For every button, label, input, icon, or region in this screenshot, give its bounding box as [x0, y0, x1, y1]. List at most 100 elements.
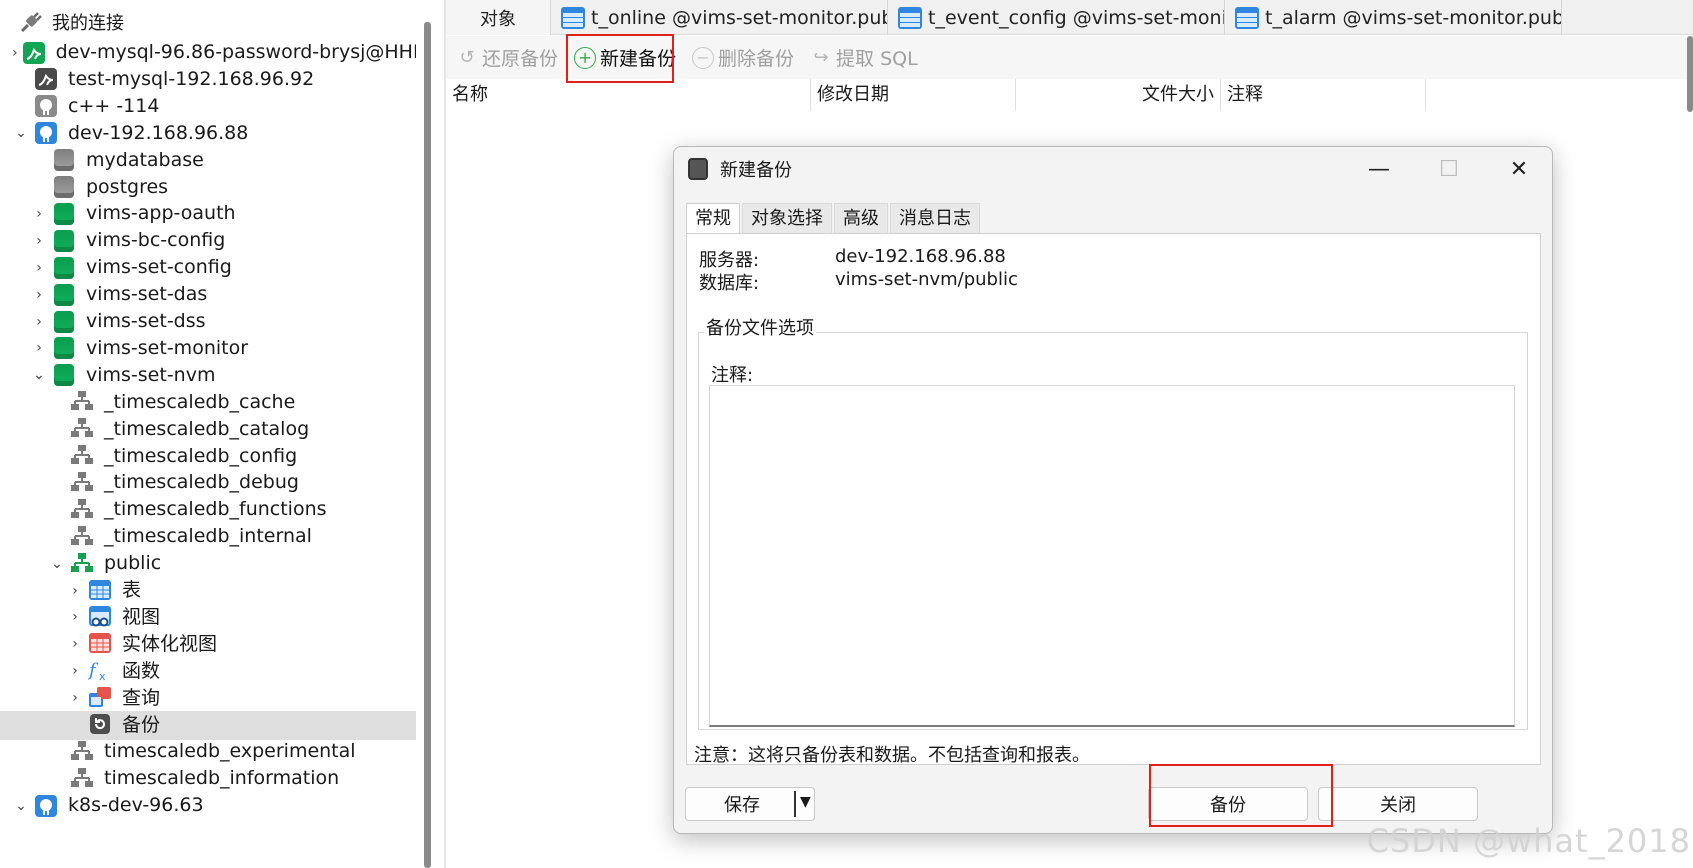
database-gray-icon: [52, 148, 76, 172]
column-size[interactable]: 文件大小: [1016, 79, 1221, 111]
function-icon: fx: [87, 659, 112, 683]
tree-item[interactable]: test-mysql-192.168.96.92: [0, 65, 416, 94]
column-modified[interactable]: 修改日期: [811, 79, 1016, 111]
tree-item[interactable]: › 查询: [0, 684, 416, 713]
extract-sql-button[interactable]: ↪ 提取 SQL: [810, 44, 918, 71]
comment-textarea[interactable]: [709, 385, 1515, 727]
remove-icon: −: [692, 46, 715, 69]
dialog-titlebar[interactable]: 新建备份 — ☐ ✕: [674, 147, 1552, 191]
close-icon: ✕: [1509, 156, 1529, 182]
tree-item[interactable]: postgres: [0, 173, 416, 202]
mysql-green-icon: [22, 41, 46, 65]
tab-label: t_online @vims-set-monitor.public (...: [591, 6, 887, 29]
chevron-right-icon[interactable]: ›: [30, 232, 48, 250]
chevron-right-icon[interactable]: ›: [66, 689, 84, 707]
chevron-right-icon[interactable]: ›: [30, 205, 48, 223]
column-comment[interactable]: 注释: [1221, 79, 1426, 111]
tree-item-label: 表: [122, 579, 142, 601]
chevron-right-icon[interactable]: ›: [66, 635, 84, 653]
chevron-right-icon[interactable]: ›: [30, 339, 48, 357]
chevron-down-icon[interactable]: ⌄: [48, 555, 66, 573]
tree-item[interactable]: _timescaledb_config: [0, 442, 416, 471]
tree-item-label: _timescaledb_catalog: [104, 417, 310, 440]
delete-backup-button[interactable]: − 删除备份: [692, 44, 794, 71]
tab-t-event-config[interactable]: t_event_config @vims-set-monitor.p...: [888, 0, 1225, 35]
chevron-right-icon[interactable]: ›: [66, 582, 84, 600]
tree-item[interactable]: timescaledb_experimental: [0, 737, 416, 766]
close-button[interactable]: 关闭: [1318, 787, 1478, 821]
watermark: CSDN @what_2018: [1366, 822, 1691, 860]
delete-backup-label: 删除备份: [718, 48, 795, 70]
chevron-right-icon[interactable]: ›: [30, 313, 48, 331]
tree-item-label: vims-set-config: [86, 256, 232, 279]
tree-item[interactable]: _timescaledb_functions: [0, 495, 416, 524]
dialog-title: 新建备份: [720, 160, 792, 181]
tree-item[interactable]: timescaledb_information: [0, 764, 416, 793]
tree-item[interactable]: › vims-set-das: [0, 280, 416, 309]
tree-item[interactable]: › 视图: [0, 603, 416, 632]
tree-item[interactable]: _timescaledb_debug: [0, 468, 416, 497]
tab-general[interactable]: 常规: [686, 203, 740, 233]
tab-advanced[interactable]: 高级: [834, 203, 888, 233]
tree-item-label: dev-192.168.96.88: [68, 121, 249, 144]
tree-item[interactable]: › vims-set-config: [0, 253, 416, 282]
tree-item[interactable]: 备份: [0, 710, 416, 740]
tree-item-label: vims-app-oauth: [86, 202, 236, 225]
mysql-dark-icon: [34, 67, 58, 91]
tree-item[interactable]: › vims-bc-config: [0, 226, 416, 255]
tab-t-online[interactable]: t_online @vims-set-monitor.public (...: [551, 0, 888, 35]
tree-item[interactable]: › vims-set-dss: [0, 307, 416, 336]
chevron-right-icon[interactable]: ›: [66, 608, 84, 626]
tree-item[interactable]: ⌄ vims-set-nvm: [0, 361, 416, 390]
minimize-button[interactable]: —: [1344, 147, 1414, 191]
comment-label: 注释:: [711, 365, 754, 386]
chevron-right-icon[interactable]: ›: [30, 286, 48, 304]
close-window-button[interactable]: ✕: [1484, 147, 1552, 191]
sidebar-scrollbar[interactable]: [424, 22, 431, 868]
tree-item[interactable]: ⌄ k8s-dev-96.63: [0, 791, 416, 820]
chevron-right-icon[interactable]: ›: [30, 259, 48, 277]
chevron-down-icon[interactable]: ▼: [800, 794, 811, 810]
tree-item[interactable]: › 实体化视图: [0, 630, 416, 659]
tree-item[interactable]: › dev-mysql-96.86-password-brysj@HHR: [0, 38, 416, 67]
tree-item[interactable]: mydatabase: [0, 146, 416, 175]
chevron-down-icon[interactable]: ⌄: [12, 797, 30, 815]
tree-item[interactable]: › 表: [0, 576, 416, 605]
restore-backup-button[interactable]: ↺ 还原备份: [456, 44, 558, 71]
backup-icon: [688, 158, 708, 180]
dialog-tabs: 常规 对象选择 高级 消息日志: [686, 203, 982, 233]
tree-item-label: 备份: [122, 713, 161, 736]
database-value: vims-set-nvm/public: [835, 269, 1018, 290]
connections-header[interactable]: 我的连接: [18, 8, 124, 36]
save-label: 保存: [724, 795, 760, 816]
chevron-down-icon[interactable]: ⌄: [30, 366, 48, 384]
tab-object-selection[interactable]: 对象选择: [742, 203, 832, 233]
maximize-button[interactable]: ☐: [1414, 147, 1484, 191]
tree-item[interactable]: › f x 函数: [0, 657, 416, 686]
schema-gray-icon: [70, 767, 94, 791]
tab-t-alarm[interactable]: t_alarm @vims-set-monitor.public (...: [1225, 0, 1562, 35]
tree-item[interactable]: ⌄ public: [0, 549, 416, 578]
tree-item[interactable]: _timescaledb_cache: [0, 388, 416, 417]
tree-item[interactable]: _timescaledb_internal: [0, 522, 416, 551]
tree-item[interactable]: _timescaledb_catalog: [0, 415, 416, 444]
close-label: 关闭: [1380, 795, 1416, 816]
chevron-right-icon[interactable]: ›: [12, 44, 18, 62]
tab-message-log[interactable]: 消息日志: [890, 203, 980, 233]
tree-item-label: public: [104, 552, 162, 575]
chevron-right-icon[interactable]: ›: [66, 662, 84, 680]
tree-item-label: vims-set-das: [86, 283, 208, 306]
main-scrollbar[interactable]: [1687, 36, 1693, 112]
query-icon: [88, 686, 112, 710]
tab-objects[interactable]: 对象: [446, 0, 551, 35]
schema-gray-icon: [70, 498, 94, 522]
chevron-down-icon[interactable]: ⌄: [12, 124, 30, 142]
tree-item[interactable]: c++ -114: [0, 92, 416, 121]
tree-item[interactable]: ⌄ dev-192.168.96.88: [0, 119, 416, 148]
save-dropdown-button[interactable]: 保存 ▼: [685, 787, 815, 821]
tree-item[interactable]: › vims-set-monitor: [0, 334, 416, 363]
tree-item[interactable]: › vims-app-oauth: [0, 199, 416, 228]
column-name[interactable]: 名称: [446, 79, 811, 111]
database-green-icon: [52, 283, 76, 307]
